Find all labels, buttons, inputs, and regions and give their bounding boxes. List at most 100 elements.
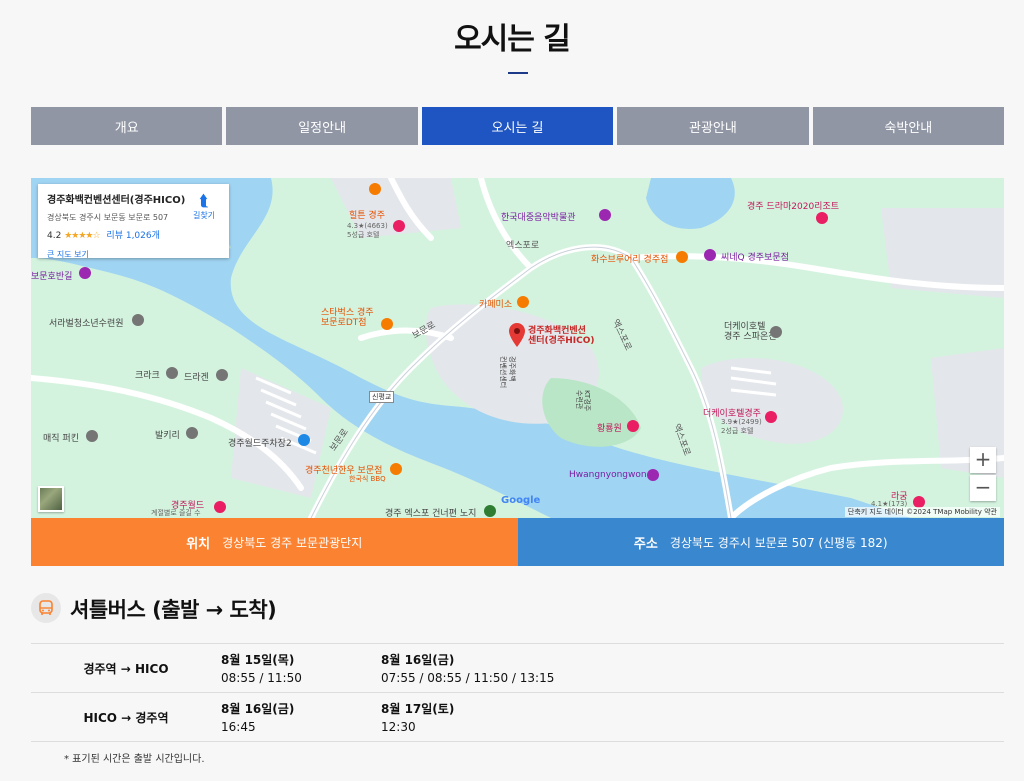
map-label-expo-road: 엑스포로 (506, 241, 540, 251)
schedule-date: 8월 17일(토) (381, 702, 455, 716)
restaurant-icon-2[interactable] (390, 463, 402, 475)
place-rating: 4.2 ★★★★☆ 리뷰 1,026개 (47, 228, 220, 241)
map-label-seorabeol[interactable]: 서라벌청소년수련원 (49, 316, 124, 329)
map-label-gyeongjuworld-sub: 계절별로 즐길 수 (151, 509, 201, 517)
bar-icon[interactable] (676, 251, 688, 263)
map-label-parking[interactable]: 경주월드주차장2 (228, 436, 292, 449)
rating-value: 4.2 (47, 231, 62, 241)
place-card: 경주화백컨벤션센터(경주HICO) 경상북도 경주시 보문동 보문로 507 4… (38, 184, 229, 260)
map-label-kt[interactable]: KT경주 수련관 (575, 390, 591, 411)
bus-icon (31, 593, 61, 623)
address-box: 주소 경상북도 경주시 보문로 507 (신평동 182) (517, 518, 1004, 566)
schedule-cell: 8월 16일(금) 07:55 / 08:55 / 11:50 / 13:15 (381, 651, 681, 685)
tab-bar: 개요 일정안내 오시는 길 관광안내 숙박안내 (31, 107, 1005, 145)
info-bar: 위치 경상북도 경주 보문관광단지 주소 경상북도 경주시 보문로 507 (신… (31, 518, 1004, 566)
schedule-times: 16:45 (221, 720, 256, 734)
page-title: 오시는 길 (454, 22, 571, 57)
map-label-expo-bridge[interactable]: 경주 엑스포 건너편 노지 (385, 506, 476, 518)
cafe-icon[interactable] (517, 296, 529, 308)
larger-map-link[interactable]: 큰 지도 보기 (47, 249, 220, 260)
location-pin-icon[interactable] (509, 323, 525, 347)
attraction-icon[interactable] (627, 420, 639, 432)
map-label-cinema[interactable]: 씨네Q 경주보문점 (721, 250, 789, 263)
location-box: 위치 경상북도 경주 보문관광단지 (31, 518, 518, 566)
zoom-in-button[interactable]: + (970, 447, 996, 473)
map-label-cafe[interactable]: 카페미소 (479, 297, 512, 310)
satellite-toggle[interactable] (38, 486, 64, 512)
map-label-crack[interactable]: 크라크 (135, 368, 160, 381)
hotel-icon-2[interactable] (765, 411, 777, 423)
google-logo: Google (501, 495, 540, 506)
map-label-hilton-sub: 4.3★(4663) 5성급 호텔 (347, 222, 388, 239)
map-label-bomunho[interactable]: 보문호반길 (31, 269, 72, 282)
shuttle-table: 경주역 → HICO 8월 15일(목) 08:55 / 11:50 8월 16… (31, 643, 1004, 742)
tab-accommodation[interactable]: 숙박안내 (812, 107, 1005, 145)
tab-directions[interactable]: 오시는 길 (421, 107, 614, 145)
restaurant-icon[interactable] (369, 183, 381, 195)
reviews-link[interactable]: 리뷰 1,026개 (106, 231, 159, 241)
tab-tourism[interactable]: 관광안내 (617, 107, 809, 145)
place-icon-4[interactable] (216, 369, 228, 381)
resort-icon[interactable] (816, 212, 828, 224)
map-label-balkiri[interactable]: 발키리 (155, 428, 180, 441)
zoom-out-button[interactable]: − (970, 475, 996, 501)
hotel-icon[interactable] (393, 220, 405, 232)
tab-schedule[interactable]: 일정안내 (226, 107, 418, 145)
temple-icon[interactable] (647, 469, 659, 481)
address-value: 경상북도 경주시 보문로 507 (신평동 182) (669, 535, 888, 550)
route: HICO → 경주역 (83, 710, 169, 725)
place-icon[interactable] (770, 326, 782, 338)
map-label-hanwoo-sub: 한국식 BBQ (349, 475, 386, 483)
map-label-starbucks[interactable]: 스타벅스 경주 보문로DT점 (321, 308, 374, 328)
schedule-date: 8월 15일(목) (221, 653, 295, 667)
route: 경주역 → HICO (83, 661, 169, 676)
tree-icon[interactable] (484, 505, 496, 517)
place-icon-3[interactable] (166, 367, 178, 379)
map-label-hilton[interactable]: 힐튼 경주 (349, 208, 385, 221)
table-row: 경주역 → HICO 8월 15일(목) 08:55 / 11:50 8월 16… (31, 644, 1004, 693)
map-label-drama[interactable]: 경주 드라마2020리조트 (747, 199, 839, 212)
location-value: 경상북도 경주 보문관광단지 (222, 535, 363, 550)
place-icon-5[interactable] (86, 430, 98, 442)
shuttle-note: * 표기된 시간은 출발 시간입니다. (64, 754, 205, 765)
rating-stars: ★★★★☆ (64, 231, 100, 241)
museum-icon[interactable] (599, 209, 611, 221)
coffee-icon[interactable] (381, 318, 393, 330)
directions-icon: ⮬ (199, 191, 209, 210)
directions-button[interactable]: ⮬ 길찾기 (189, 192, 219, 221)
schedule-date: 8월 16일(금) (221, 702, 295, 716)
map-label-magic[interactable]: 매직 퍼킨 (43, 431, 79, 444)
map-attribution[interactable]: 단축키 지도 데이터 ©2024 TMap Mobility 약관 (844, 507, 1000, 517)
schedule-cell: 8월 15일(목) 08:55 / 11:50 (221, 651, 381, 685)
map-label-dragon[interactable]: 드라겐 (184, 370, 209, 383)
place-icon-6[interactable] (186, 427, 198, 439)
schedule-cell: 8월 17일(토) 12:30 (381, 700, 681, 734)
park-icon[interactable] (79, 267, 91, 279)
tab-overview[interactable]: 개요 (31, 107, 223, 145)
map-view[interactable]: 경주화백컨벤션센터(경주HICO) 경상북도 경주시 보문동 보문로 507 4… (31, 178, 1004, 518)
parking-icon[interactable] (298, 434, 310, 446)
directions-label: 길찾기 (192, 211, 216, 220)
schedule-cell: 8월 16일(금) 16:45 (221, 700, 381, 734)
map-label-the-k-2-sub: 3.9★(2499) 2성급 호텔 (721, 418, 762, 435)
shuttle-title: 셔틀버스 (출발 → 도착) (70, 598, 277, 622)
place-icon-2[interactable] (132, 314, 144, 326)
schedule-times: 07:55 / 08:55 / 11:50 / 13:15 (381, 671, 555, 685)
map-label-sinpyeong: 신평교 (369, 391, 395, 403)
map-label-hwangnyongwon[interactable]: Hwangnyongwon (569, 470, 647, 480)
map-label-hwasu[interactable]: 화수브루어리 경주점 (591, 252, 668, 265)
google-logo-text: Google (501, 495, 541, 506)
map-label-the-k[interactable]: 더케이호텔 경주 스파온천 (724, 322, 777, 342)
map-label-hwangnyong[interactable]: 황룡원 (597, 421, 622, 434)
map-label-music-hall[interactable]: 한국대중음악박물관 (501, 210, 576, 223)
schedule-date: 8월 16일(금) (381, 653, 455, 667)
schedule-times: 12:30 (381, 720, 416, 734)
schedule-times: 08:55 / 11:50 (221, 671, 302, 685)
cinema-icon[interactable] (704, 249, 716, 261)
title-underline (508, 72, 528, 74)
location-label: 위치 (186, 536, 211, 552)
themepark-icon[interactable] (214, 501, 226, 513)
table-row: HICO → 경주역 8월 16일(금) 16:45 8월 17일(토) 12:… (31, 693, 1004, 742)
map-label-hico[interactable]: 경주화백컨벤션 센터(경주HICO) (528, 326, 594, 346)
map-label-hico-building: 경주화백 컨벤션센터 (499, 356, 516, 389)
